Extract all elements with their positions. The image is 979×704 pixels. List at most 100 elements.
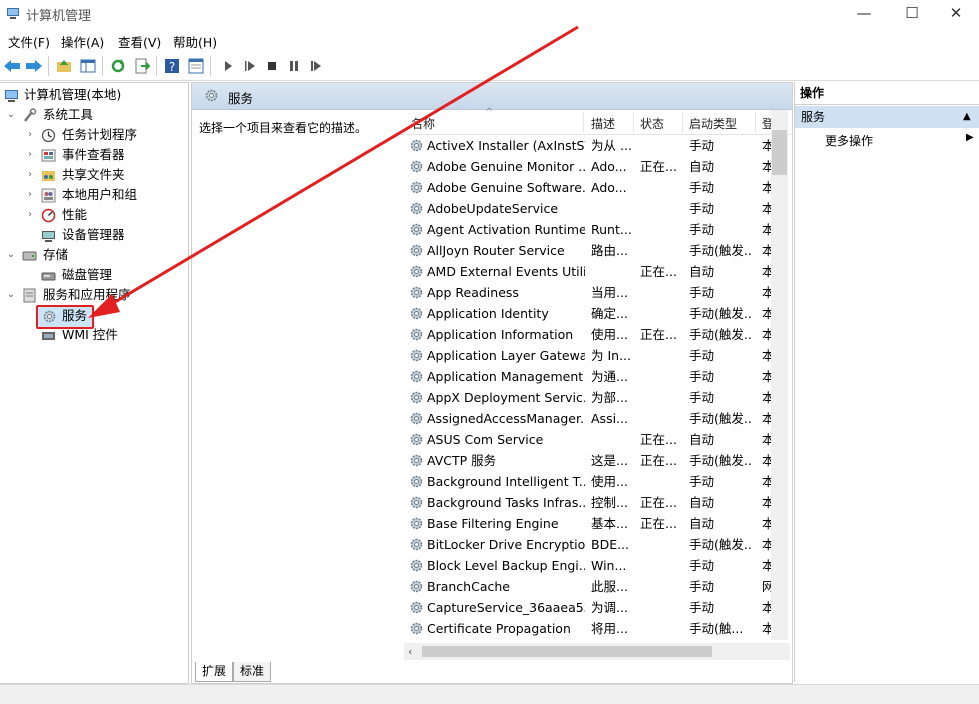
column-separator[interactable] bbox=[682, 112, 683, 132]
service-name: AdobeUpdateService bbox=[427, 201, 559, 216]
menu-view[interactable]: 查看(V) bbox=[118, 32, 161, 51]
service-startup-type: 手动(触发... bbox=[689, 411, 753, 426]
column-separator[interactable] bbox=[633, 112, 634, 132]
restart-icon[interactable] bbox=[306, 56, 326, 76]
pause-icon[interactable] bbox=[284, 56, 304, 76]
column-startup-type[interactable]: 启动类型 bbox=[689, 115, 737, 132]
up-folder-icon[interactable] bbox=[54, 56, 74, 76]
table-row[interactable]: Background Tasks Infras... 控制... 正在... 自动本 bbox=[397, 492, 774, 513]
start-paused-icon[interactable] bbox=[240, 56, 260, 76]
table-row[interactable]: Adobe Genuine Software... Ado... 手动本 bbox=[397, 177, 774, 198]
horizontal-scroll-thumb[interactable] bbox=[422, 646, 712, 657]
table-row[interactable]: Application Information 使用... 正在... 手动(触发..… bbox=[397, 324, 774, 345]
actions-services-section[interactable]: 服务 ▲ bbox=[795, 106, 979, 128]
column-status[interactable]: 状态 bbox=[640, 115, 664, 132]
toolbar-separator bbox=[48, 56, 49, 76]
table-row[interactable]: AllJoyn Router Service 路由... 手动(触发... 本 bbox=[397, 240, 774, 261]
service-startup-type: 自动 bbox=[689, 432, 715, 447]
gear-icon bbox=[409, 579, 424, 594]
service-startup-type: 自动 bbox=[689, 516, 715, 531]
table-row[interactable]: Block Level Backup Engi... Win... 手动本 bbox=[397, 555, 774, 576]
menu-help[interactable]: 帮助(H) bbox=[173, 32, 217, 51]
service-name: Background Intelligent T... bbox=[427, 474, 585, 489]
table-row[interactable]: ActiveX Installer (AxInstSV) 为从 ... 手动本 bbox=[397, 135, 774, 156]
service-description: 当用... bbox=[591, 285, 628, 300]
service-startup-type: 手动(触发... bbox=[689, 327, 753, 342]
table-row[interactable]: Application Identity 确定... 手动(触发... 本 bbox=[397, 303, 774, 324]
service-name: Agent Activation Runtime... bbox=[427, 222, 585, 237]
vertical-scroll-thumb[interactable] bbox=[772, 130, 787, 175]
scroll-left-icon[interactable]: ‹ bbox=[408, 645, 412, 658]
chevron-down-icon[interactable]: ⌄ bbox=[6, 285, 16, 305]
table-row[interactable]: Application Management 为通... 手动本 bbox=[397, 366, 774, 387]
service-description: 这是... bbox=[591, 453, 628, 468]
table-row[interactable]: AMD External Events Utility 正在... 自动本 bbox=[397, 261, 774, 282]
chevron-down-icon[interactable]: ⌄ bbox=[6, 245, 16, 265]
close-button[interactable]: ✕ bbox=[933, 0, 979, 28]
chevron-right-icon[interactable]: › bbox=[25, 125, 35, 145]
gear-icon bbox=[409, 285, 424, 300]
service-status: 正在... bbox=[640, 432, 677, 447]
service-name: Background Tasks Infras... bbox=[427, 495, 585, 510]
table-row[interactable]: Background Intelligent T... 使用... 手动本 bbox=[397, 471, 774, 492]
column-description[interactable]: 描述 bbox=[591, 115, 615, 132]
chevron-right-icon[interactable]: › bbox=[25, 145, 35, 165]
service-status: 正在... bbox=[640, 264, 677, 279]
chevron-right-icon[interactable]: › bbox=[25, 165, 35, 185]
table-row[interactable]: BranchCache 此服... 手动网 bbox=[397, 576, 774, 597]
table-row[interactable]: Agent Activation Runtime... Runt... 手动本 bbox=[397, 219, 774, 240]
service-description: 确定... bbox=[591, 306, 628, 321]
table-row[interactable]: Adobe Genuine Monitor ... Ado... 正在... 自动本 bbox=[397, 156, 774, 177]
service-name: AllJoyn Router Service bbox=[427, 243, 565, 258]
chevron-right-icon[interactable]: › bbox=[25, 185, 35, 205]
column-separator[interactable] bbox=[583, 112, 584, 132]
maximize-button[interactable]: ☐ bbox=[889, 0, 935, 28]
performance-icon bbox=[41, 208, 56, 223]
minimize-button[interactable]: — bbox=[841, 0, 887, 28]
table-row[interactable]: ASUS Com Service 正在... 自动本 bbox=[397, 429, 774, 450]
column-separator[interactable] bbox=[755, 112, 756, 132]
tree-item-label: 计算机管理(本地) bbox=[24, 87, 122, 102]
show-hide-tree-icon[interactable] bbox=[78, 56, 98, 76]
gear-icon bbox=[409, 558, 424, 573]
title-bar: 计算机管理 — ☐ ✕ bbox=[0, 0, 979, 28]
tab-extended[interactable]: 扩展 bbox=[195, 662, 234, 682]
properties-icon[interactable] bbox=[186, 56, 206, 76]
forward-icon[interactable] bbox=[24, 56, 44, 76]
service-description: Ado... bbox=[591, 159, 627, 174]
service-description: Runt... bbox=[591, 222, 631, 237]
chevron-down-icon[interactable]: ⌄ bbox=[6, 105, 16, 125]
table-row[interactable]: Base Filtering Engine 基本... 正在... 自动本 bbox=[397, 513, 774, 534]
export-icon[interactable] bbox=[132, 56, 152, 76]
table-row[interactable]: App Readiness 当用... 手动本 bbox=[397, 282, 774, 303]
column-name[interactable]: 名称 bbox=[411, 115, 435, 132]
back-icon[interactable] bbox=[2, 56, 22, 76]
gear-icon bbox=[409, 264, 424, 279]
start-icon[interactable] bbox=[218, 56, 238, 76]
tab-standard[interactable]: 标准 bbox=[233, 662, 272, 682]
table-row[interactable]: AVCTP 服务 这是... 正在... 手动(触发... 本 bbox=[397, 450, 774, 471]
table-row[interactable]: BitLocker Drive Encryptio... BDE... 手动(触发.… bbox=[397, 534, 774, 555]
stop-icon[interactable] bbox=[262, 56, 282, 76]
menu-file[interactable]: 文件(F) bbox=[8, 32, 50, 51]
help-icon[interactable]: ? bbox=[162, 56, 182, 76]
refresh-icon[interactable] bbox=[108, 56, 128, 76]
service-startup-type: 手动 bbox=[689, 369, 715, 384]
chevron-right-icon[interactable]: › bbox=[25, 205, 35, 225]
tree-item-label: 任务计划程序 bbox=[62, 127, 138, 142]
more-actions-item[interactable]: 更多操作 bbox=[825, 132, 873, 149]
gear-icon bbox=[409, 600, 424, 615]
collapse-icon[interactable]: ▲ bbox=[963, 106, 971, 128]
gear-icon bbox=[409, 159, 424, 174]
table-row[interactable]: AppX Deployment Servic... 为部... 手动本 bbox=[397, 387, 774, 408]
vertical-scrollbar[interactable] bbox=[771, 110, 788, 640]
service-name: Application Identity bbox=[427, 306, 549, 321]
table-row[interactable]: Certificate Propagation 将用... 手动(触... 本 bbox=[397, 618, 774, 639]
service-name: AppX Deployment Servic... bbox=[427, 390, 585, 405]
menu-action[interactable]: 操作(A) bbox=[61, 32, 104, 51]
tree-item-label: 磁盘管理 bbox=[62, 267, 113, 282]
table-row[interactable]: AssignedAccessManager... Assi... 手动(触发... 本 bbox=[397, 408, 774, 429]
table-row[interactable]: AdobeUpdateService 手动本 bbox=[397, 198, 774, 219]
table-row[interactable]: CaptureService_36aaea53 为调... 手动本 bbox=[397, 597, 774, 618]
table-row[interactable]: Application Layer Gatewa... 为 In... 手动本 bbox=[397, 345, 774, 366]
